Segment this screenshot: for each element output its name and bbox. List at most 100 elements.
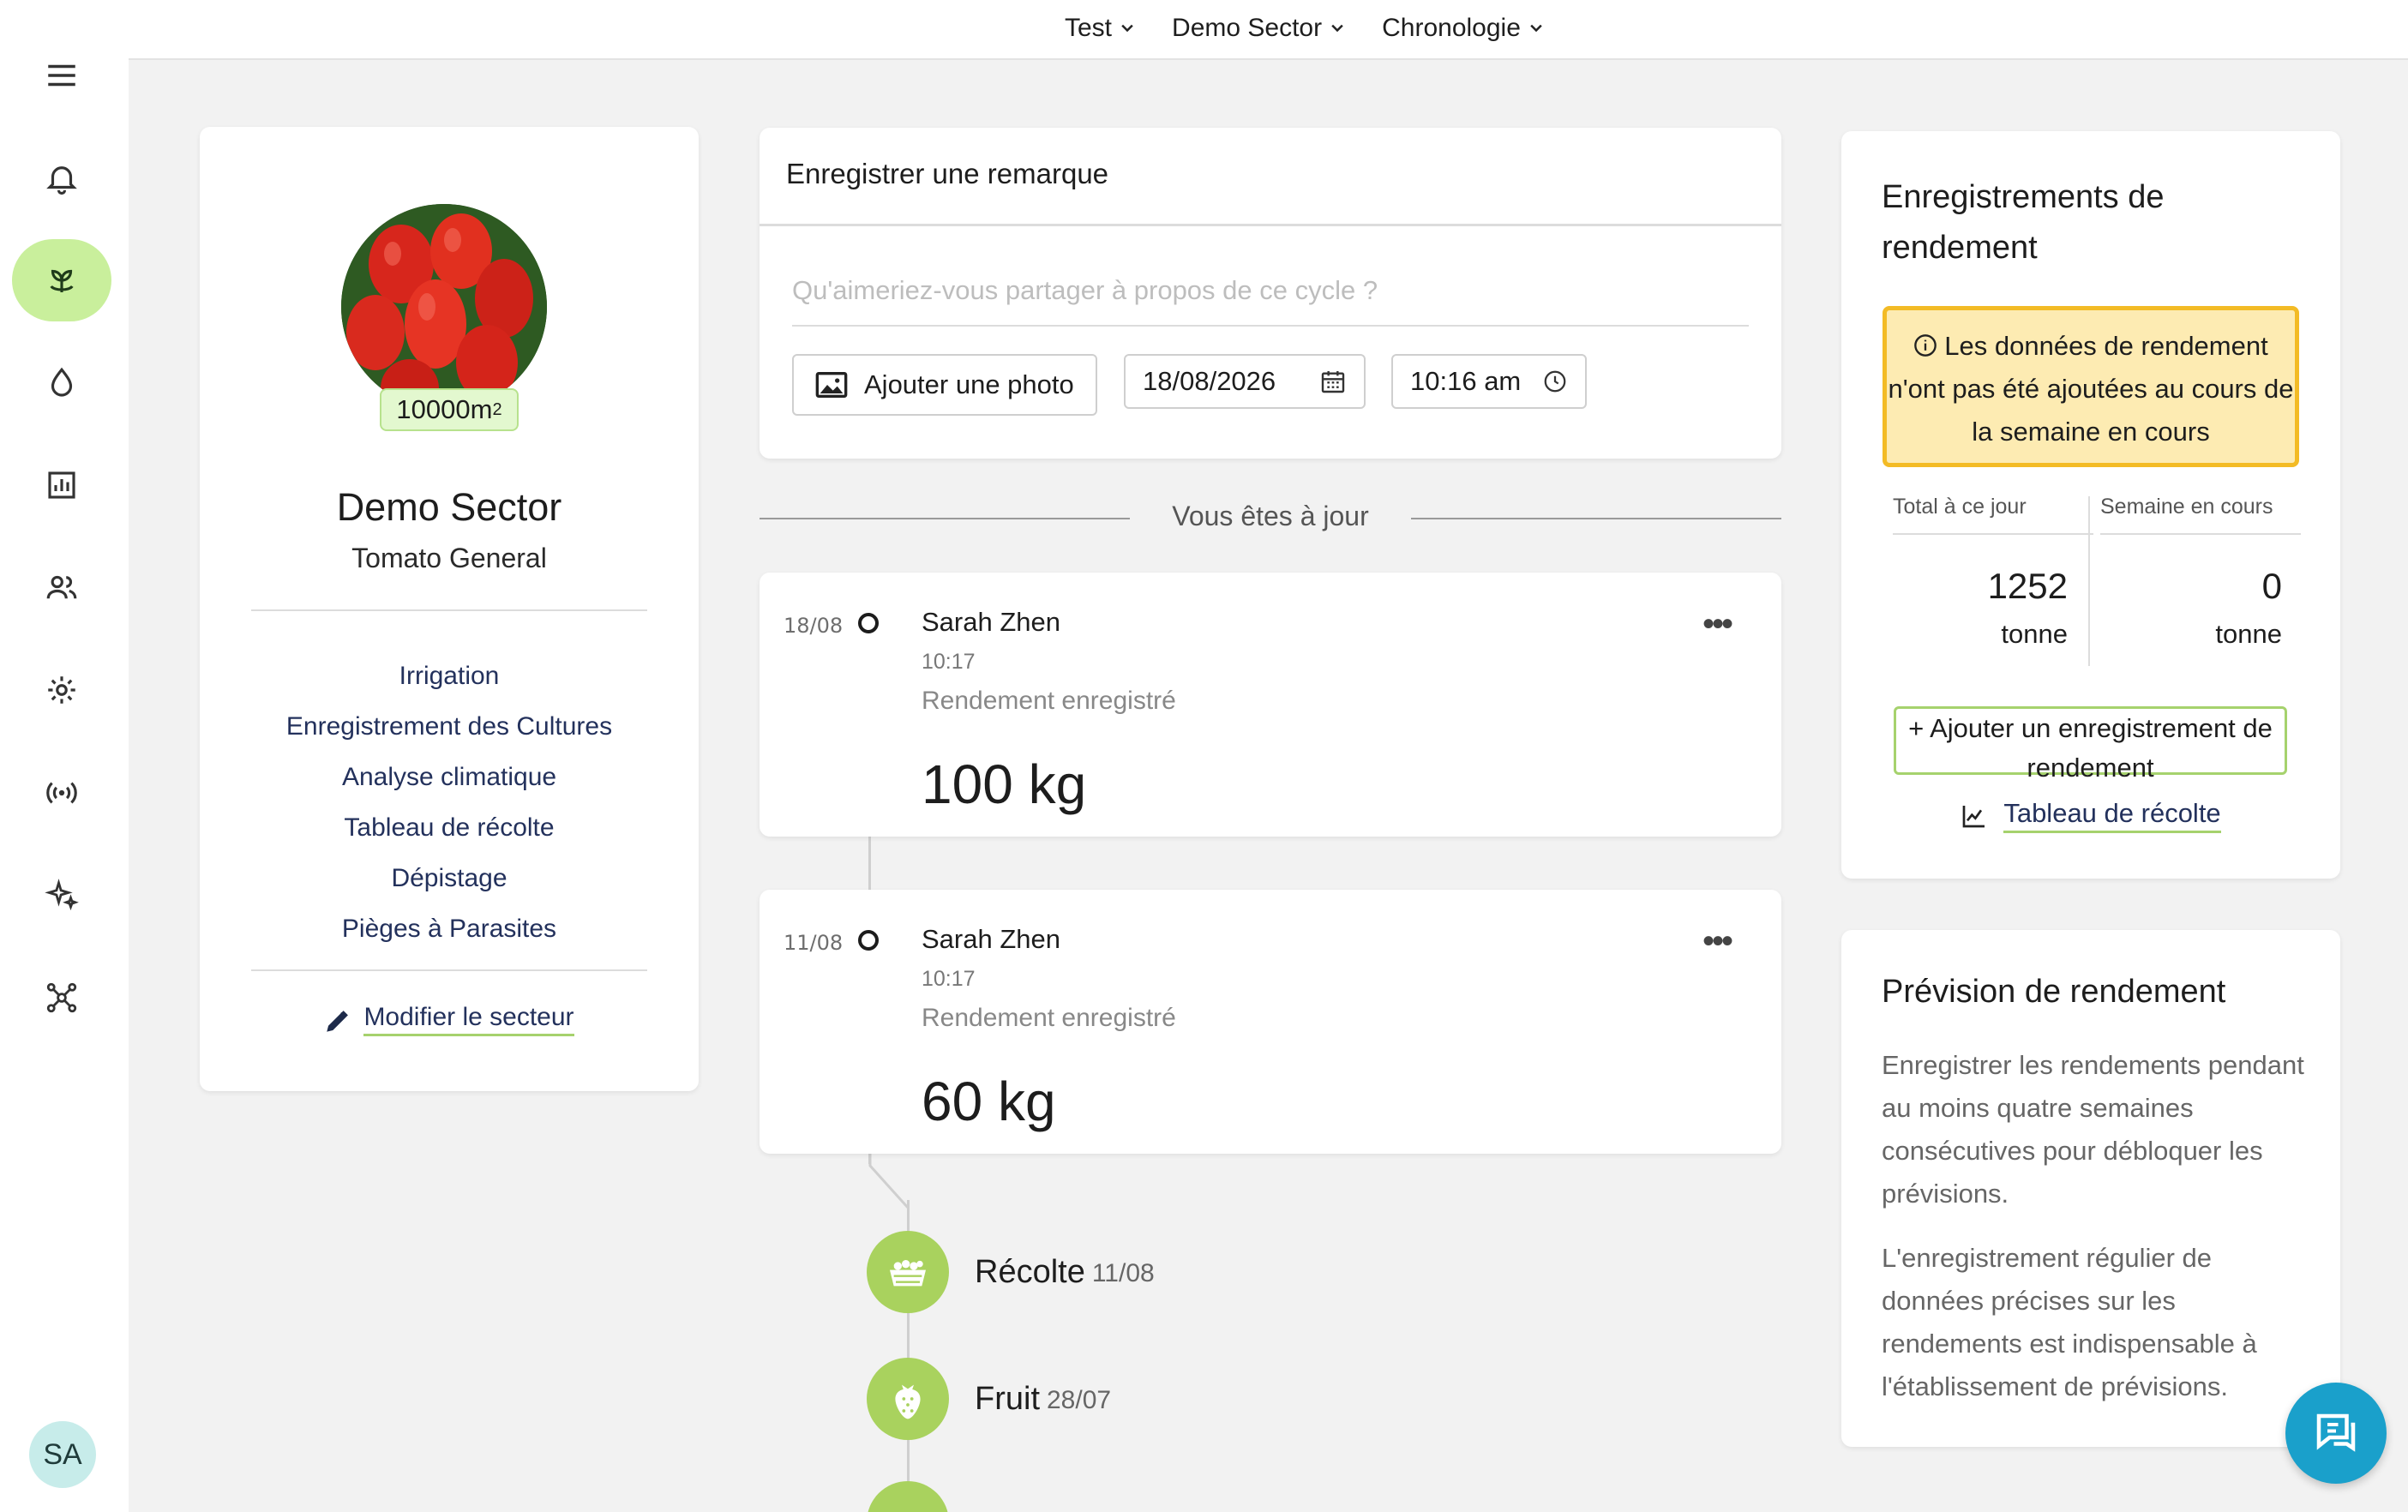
chevron-down-icon: [1530, 24, 1542, 33]
farm-dropdown[interactable]: Test: [1065, 14, 1136, 43]
bell-icon[interactable]: [12, 137, 111, 219]
avatar[interactable]: SA: [29, 1421, 96, 1488]
plant-icon[interactable]: [12, 239, 111, 321]
timeline-entry: 11/08 Sarah Zhen 10:17 Rendement enregis…: [760, 890, 1781, 1154]
forecast-text: L'enregistrement régulier de données pré…: [1882, 1243, 2257, 1401]
time-field[interactable]: 10:16 am: [1391, 354, 1587, 409]
entry-value: 60 kg: [922, 1071, 1056, 1132]
date-field[interactable]: 18/08/2026: [1124, 354, 1366, 409]
line-chart-icon: [1962, 805, 1985, 827]
top-bar: Test Demo Sector Chronologie: [129, 0, 2408, 60]
total-stat: Total à ce jour 1252 tonne: [1893, 495, 2093, 650]
more-options-icon[interactable]: •••: [1702, 607, 1733, 641]
total-value: 1252: [1987, 566, 2068, 606]
stage-partial: [867, 1481, 949, 1512]
sparkle-icon[interactable]: [12, 854, 111, 936]
timeline-entry: 18/08 Sarah Zhen 10:17 Rendement enregis…: [760, 573, 1781, 837]
entry-user: Sarah Zhen: [922, 607, 1060, 637]
sector-photo: [341, 204, 547, 410]
image-icon: [815, 372, 848, 398]
sector-dropdown-label: Demo Sector: [1172, 14, 1323, 42]
week-label: Semaine en cours: [2100, 495, 2301, 535]
divider: [760, 224, 1781, 226]
stage-name: Fruit: [975, 1380, 1040, 1417]
remark-card: Enregistrer une remarque Ajouter une pho…: [760, 128, 1781, 459]
water-drop-icon[interactable]: [12, 342, 111, 424]
divider: [251, 609, 647, 611]
sensor-icon[interactable]: [12, 752, 111, 834]
stage-date: 28/07: [1047, 1386, 1112, 1414]
stage-harvest: Récolte 11/08: [867, 1231, 1155, 1313]
total-label: Total à ce jour: [1893, 495, 2093, 535]
chat-button[interactable]: [2285, 1383, 2387, 1484]
people-icon[interactable]: [12, 547, 111, 629]
entry-type: Rendement enregistré: [922, 1004, 1176, 1032]
area-exponent: 2: [492, 399, 502, 419]
entry-date: 18/08: [784, 614, 844, 638]
info-icon: [1914, 333, 1937, 357]
sidebar: SA: [0, 0, 129, 1512]
entry-user: Sarah Zhen: [922, 924, 1060, 954]
view-dropdown[interactable]: Chronologie: [1382, 14, 1545, 43]
area-value: 10000m: [396, 394, 493, 424]
yield-forecast-card: Prévision de rendement Enregistrer les r…: [1841, 930, 2340, 1447]
harvest-table-label: Tableau de récolte: [2003, 798, 2221, 833]
link-harvest-table[interactable]: Tableau de récolte: [200, 802, 699, 853]
edit-sector-label: Modifier le secteur: [363, 1003, 574, 1036]
sector-crop: Tomato General: [351, 543, 547, 573]
farm-dropdown-label: Test: [1065, 14, 1113, 42]
week-value: 0: [2261, 566, 2282, 606]
strawberry-icon: [867, 1358, 949, 1440]
entry-time: 10:17: [922, 650, 976, 674]
network-icon[interactable]: [12, 957, 111, 1039]
link-scouting[interactable]: Dépistage: [200, 853, 699, 903]
yield-warning: Les données de rendement n'ont pas été a…: [1883, 306, 2299, 467]
pencil-icon: [327, 1010, 349, 1032]
menu-icon[interactable]: [12, 34, 111, 117]
chat-icon: [2316, 1413, 2356, 1452]
forecast-title: Prévision de rendement: [1882, 974, 2226, 1010]
add-photo-button[interactable]: Ajouter une photo: [792, 354, 1097, 416]
add-yield-record-button[interactable]: + Ajouter un enregistrement de rendement: [1894, 706, 2287, 783]
chevron-down-icon: [1331, 24, 1343, 33]
sector-card: 10000m 2 Demo Sector Tomato General Irrig…: [200, 127, 699, 1091]
sector-dropdown[interactable]: Demo Sector: [1172, 14, 1346, 43]
chevron-down-icon: [1121, 24, 1133, 33]
link-irrigation[interactable]: Irrigation: [200, 651, 699, 701]
time-value: 10:16 am: [1410, 366, 1522, 396]
area-badge: 10000m 2: [380, 388, 519, 431]
harvest-table-link[interactable]: Tableau de récolte: [1841, 798, 2340, 833]
link-crop-records[interactable]: Enregistrement des Cultures: [200, 701, 699, 752]
timeline-dot: [858, 613, 879, 633]
chart-icon[interactable]: [12, 444, 111, 526]
sector-name: Demo Sector: [336, 485, 562, 529]
gear-icon[interactable]: [12, 649, 111, 731]
more-options-icon[interactable]: •••: [1702, 924, 1733, 958]
harvest-basket-icon: [867, 1231, 949, 1313]
up-to-date-text: Vous êtes à jour: [1172, 501, 1369, 531]
week-unit: tonne: [2215, 619, 2282, 649]
yield-title: Enregistrements de rendement: [1882, 179, 2165, 266]
entry-date: 11/08: [784, 931, 844, 955]
entry-value: 100 kg: [922, 753, 1087, 815]
edit-sector-link[interactable]: Modifier le secteur: [200, 1003, 699, 1036]
view-dropdown-label: Chronologie: [1382, 14, 1521, 42]
up-to-date-divider: Vous êtes à jour: [760, 497, 1781, 540]
yield-records-card: Enregistrements de rendement Les données…: [1841, 131, 2340, 879]
link-climate-analysis[interactable]: Analyse climatique: [200, 752, 699, 802]
remark-input[interactable]: [792, 256, 1749, 327]
entry-time: 10:17: [922, 967, 976, 991]
remark-title: Enregistrer une remarque: [786, 158, 1109, 189]
total-unit: tonne: [2001, 619, 2068, 649]
forecast-text: Enregistrer les rendements pendant au mo…: [1882, 1050, 2304, 1209]
entry-type: Rendement enregistré: [922, 687, 1176, 715]
timeline-connector: [868, 1149, 910, 1210]
yield-warning-text: Les données de rendement n'ont pas été a…: [1888, 331, 2294, 447]
timeline-dot: [858, 930, 879, 951]
stage-date: 11/08: [1091, 1259, 1155, 1287]
link-pest-traps[interactable]: Pièges à Parasites: [200, 903, 699, 954]
sector-links: Irrigation Enregistrement des Cultures A…: [200, 651, 699, 954]
stage-name: Récolte: [975, 1253, 1085, 1290]
clock-icon: [1544, 370, 1566, 393]
week-stat: Semaine en cours 0 tonne: [2100, 495, 2301, 650]
